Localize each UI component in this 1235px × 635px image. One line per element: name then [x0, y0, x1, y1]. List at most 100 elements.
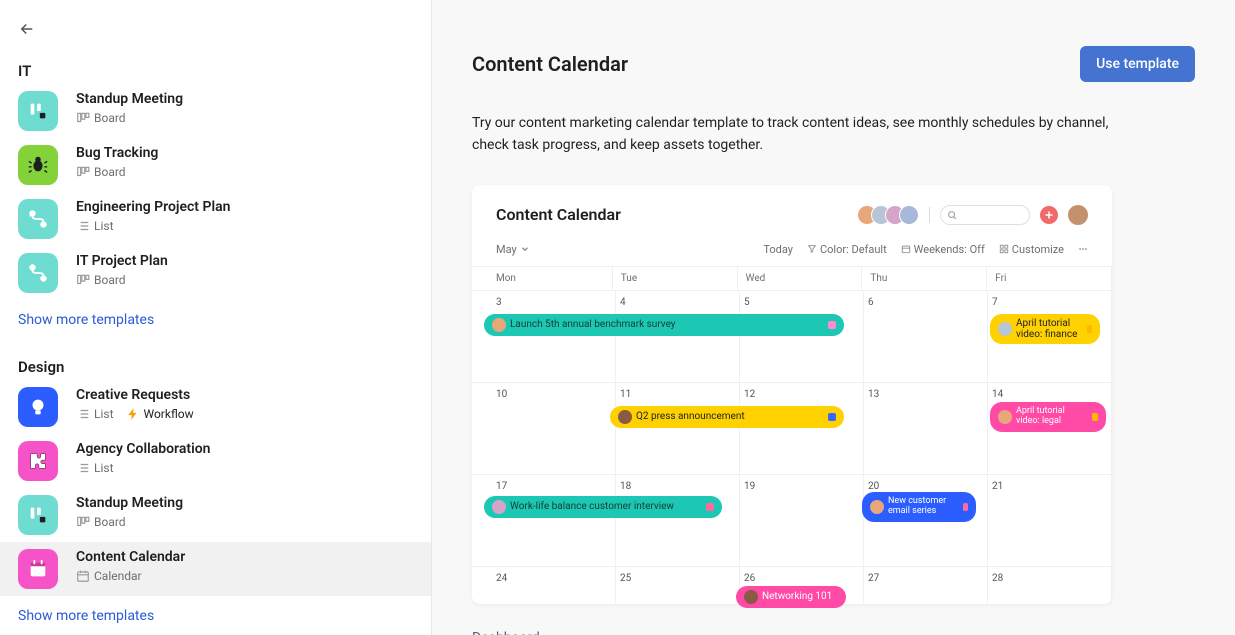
today-button[interactable]: Today [763, 243, 793, 256]
kanban-icon [18, 91, 58, 131]
calendar-day[interactable]: 5 [740, 291, 864, 382]
assignee-avatar [618, 410, 632, 424]
assignee-avatar [870, 500, 884, 514]
calendar-event[interactable]: April tutorial video: legal [990, 402, 1106, 432]
calendar-icon [18, 549, 58, 589]
priority-dot [1092, 413, 1098, 421]
kanban-icon [18, 495, 58, 535]
calendar-event[interactable]: Q2 press announcement [610, 406, 844, 428]
section-heading-it: IT [0, 52, 431, 84]
calendar-day[interactable]: 21 [988, 475, 1112, 566]
calendar-day[interactable]: 25 [616, 567, 740, 604]
back-button[interactable] [0, 20, 431, 52]
calendar-day[interactable]: 12 [740, 383, 864, 474]
calendar-event[interactable]: Work-life balance customer interview [484, 496, 722, 518]
calendar-day[interactable]: 6 [864, 291, 988, 382]
template-meta: Board [76, 515, 126, 529]
calendar-day[interactable]: 17 [472, 475, 616, 566]
show-more-it[interactable]: Show more templates [0, 300, 431, 348]
template-title: Agency Collaboration [76, 441, 210, 457]
template-meta: Board [76, 111, 126, 125]
template-item-bug[interactable]: Bug Tracking Board [0, 138, 431, 192]
calendar-event[interactable]: April tutorial video: finance [990, 314, 1100, 344]
template-description: Try our content marketing calendar templ… [472, 112, 1112, 157]
self-avatar[interactable] [1068, 205, 1088, 225]
template-item-standup[interactable]: Standup Meeting Board [0, 84, 431, 138]
template-item-content-calendar[interactable]: Content Calendar Calendar [0, 542, 431, 596]
assignee-avatar [744, 590, 758, 604]
calendar-day[interactable]: 18 [616, 475, 740, 566]
assignee-avatar [492, 318, 506, 332]
template-item-agency[interactable]: Agency Collaboration List [0, 434, 431, 488]
calendar-day[interactable]: 4 [616, 291, 740, 382]
list-icon [76, 219, 90, 233]
calendar-day[interactable]: 13 [864, 383, 988, 474]
calendar-day[interactable]: 27 [864, 567, 988, 604]
template-item-creative[interactable]: Creative Requests List Workflow [0, 380, 431, 434]
bulb-icon [18, 387, 58, 427]
plus-icon [1043, 209, 1055, 221]
list-icon [76, 461, 90, 475]
template-meta: List [76, 407, 114, 421]
calendar-toolbar: May Today Color: Default Weekends: Off C… [472, 243, 1112, 266]
preview-search-input[interactable] [940, 205, 1030, 225]
priority-dot [828, 413, 836, 421]
calendar-event[interactable]: New customer email series [862, 492, 976, 522]
template-preview: Content Calendar May [472, 185, 1112, 604]
use-template-button[interactable]: Use template [1080, 46, 1195, 82]
template-title: Bug Tracking [76, 145, 158, 161]
calendar-event[interactable]: Launch 5th annual benchmark survey [484, 314, 844, 336]
more-menu[interactable] [1078, 244, 1088, 254]
template-item-design-standup[interactable]: Standup Meeting Board [0, 488, 431, 542]
template-title: Engineering Project Plan [76, 199, 230, 215]
assignee-avatar [492, 500, 506, 514]
template-title: Content Calendar [76, 549, 185, 565]
template-title: Standup Meeting [76, 495, 183, 511]
dashboard-section-label: Dashboard [472, 630, 1195, 635]
calendar-small-icon [901, 244, 911, 254]
calendar-day[interactable]: 28 [988, 567, 1112, 604]
calendar-day[interactable]: 3 [472, 291, 616, 382]
day-header: Mon [472, 267, 613, 290]
divider [929, 207, 930, 223]
template-meta: Board [76, 273, 126, 287]
chevron-down-icon [520, 244, 530, 254]
list-icon [76, 407, 90, 421]
month-picker[interactable]: May [496, 243, 530, 256]
section-heading-design: Design [0, 348, 431, 380]
board-icon [76, 111, 90, 125]
template-item-eng-plan[interactable]: x Engineering Project Plan List [0, 192, 431, 246]
calendar-day[interactable]: 24 [472, 567, 616, 604]
template-title: IT Project Plan [76, 253, 168, 269]
priority-dot [1087, 325, 1092, 333]
template-meta-workflow: Workflow [126, 407, 194, 421]
assignee-avatar [998, 410, 1012, 424]
avatar [899, 205, 919, 225]
color-filter[interactable]: Color: Default [807, 243, 887, 256]
calendar-grid: Mon Tue Wed Thu Fri 3 4 5 6 7 Launch 5th… [472, 266, 1112, 604]
calendar-day[interactable]: 10 [472, 383, 616, 474]
grid-icon [999, 244, 1009, 254]
template-title: Creative Requests [76, 387, 194, 403]
priority-dot [963, 503, 968, 511]
customize-button[interactable]: Customize [999, 243, 1064, 256]
calendar-event[interactable]: Networking 101 [736, 586, 846, 608]
show-more-design[interactable]: Show more templates [0, 596, 431, 635]
page-title: Content Calendar [472, 52, 628, 76]
template-item-it-plan[interactable]: IT Project Plan Board [0, 246, 431, 300]
assignee-avatar [998, 322, 1012, 336]
calendar-small-icon [76, 569, 90, 583]
priority-dot [828, 321, 836, 329]
day-header: Fri [987, 267, 1112, 290]
calendar-day[interactable]: 19 [740, 475, 864, 566]
board-icon [76, 515, 90, 529]
add-button[interactable] [1040, 206, 1058, 224]
template-meta: Board [76, 165, 126, 179]
flow-icon: x [18, 199, 58, 239]
weekends-toggle[interactable]: Weekends: Off [901, 243, 985, 256]
day-header: Wed [738, 267, 863, 290]
puzzle-icon [18, 441, 58, 481]
dots-icon [1078, 244, 1088, 254]
calendar-day[interactable]: 11 [616, 383, 740, 474]
flow-icon [18, 253, 58, 293]
